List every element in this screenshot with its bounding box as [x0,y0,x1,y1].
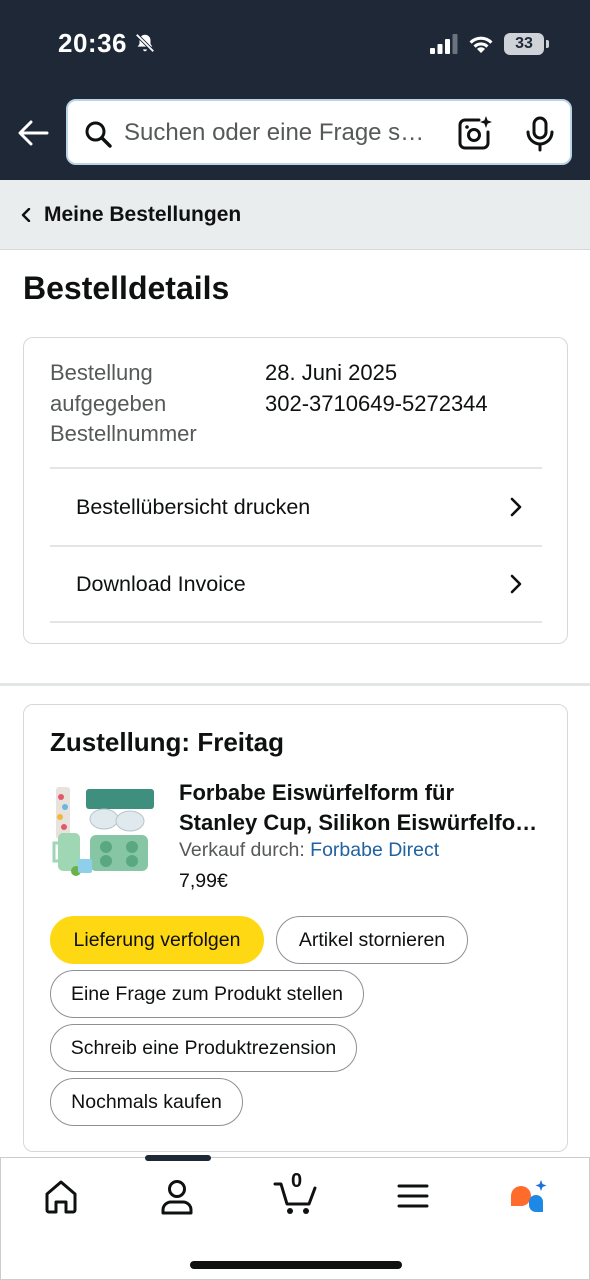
back-arrow-icon[interactable] [16,116,50,150]
write-review-button[interactable]: Schreib eine Produktrezension [50,1024,357,1072]
breadcrumb-label: Meine Bestellungen [44,202,242,226]
battery-level: 33 [515,35,533,52]
breadcrumb[interactable]: Meine Bestellungen [0,180,590,250]
delivery-card: Zustellung: Freitag Forbabe Eiswürfelfor… [23,704,568,1152]
home-icon[interactable] [39,1176,83,1216]
label-order-placed: Bestellung [50,360,153,385]
status-indicators: 33 [430,32,549,56]
order-number: 302-3710649-5272344 [265,390,488,416]
delivery-title: Zustellung: Freitag [50,727,284,757]
order-info-labels: Bestellung aufgegeben Bestellnummer [50,358,250,450]
menu-icon[interactable] [391,1176,435,1216]
ask-question-button[interactable]: Eine Frage zum Produkt stellen [50,970,364,1018]
camera-lens-icon[interactable] [456,115,494,153]
track-delivery-button[interactable]: Lieferung verfolgen [50,916,264,964]
cancel-item-button[interactable]: Artikel stornieren [276,916,468,964]
order-info-card: Bestellung aufgegeben Bestellnummer 28. … [23,337,568,644]
wifi-icon [469,36,493,53]
chevron-left-icon [21,207,31,222]
battery-indicator: 33 [504,33,549,55]
section-divider [0,683,590,686]
product-price: 7,99€ [179,870,228,892]
order-date: 28. Juni 2025 [265,360,398,385]
print-summary-label: Bestellübersicht drucken [76,494,311,519]
bell-muted-icon [135,33,155,53]
buy-again-button[interactable]: Nochmals kaufen [50,1078,243,1126]
search-bar[interactable] [66,99,572,165]
download-invoice-link[interactable]: Download Invoice [50,545,542,623]
product-title-line2: Stanley Cup, Silikon Eiswürfelfo… [179,810,538,835]
label-order-placed-2: aufgegeben [50,390,167,416]
cart-count: 0 [291,1170,303,1192]
active-tab-indicator [145,1155,211,1161]
header: 20:36 33 [0,0,590,180]
account-icon[interactable] [155,1176,199,1216]
download-invoice-label: Download Invoice [76,571,246,596]
chevron-right-icon [510,574,522,594]
chevron-right-icon [510,497,522,517]
seller-prefix: Verkauf durch: [179,839,311,861]
search-icon [85,121,112,148]
seller-link[interactable]: Forbabe Direct [310,839,439,861]
seller-info: Verkauf durch: Forbabe Direct [179,839,439,862]
label-order-number: Bestellnummer [50,421,197,446]
order-info-values: 28. Juni 2025 302-3710649-5272344 [265,358,488,419]
page-title: Bestelldetails [23,270,230,306]
home-indicator [190,1261,402,1269]
signal-icon [430,34,458,54]
rufus-assistant-icon[interactable] [507,1176,551,1216]
status-time: 20:36 [58,28,127,58]
product-image[interactable] [52,783,156,879]
print-summary-link[interactable]: Bestellübersicht drucken [50,467,542,545]
microphone-icon[interactable] [522,115,558,153]
product-title[interactable]: Forbabe Eiswürfelform für Stanley Cup, S… [179,778,551,838]
product-title-line1: Forbabe Eiswürfelform für [179,780,455,805]
search-input[interactable] [124,115,444,151]
